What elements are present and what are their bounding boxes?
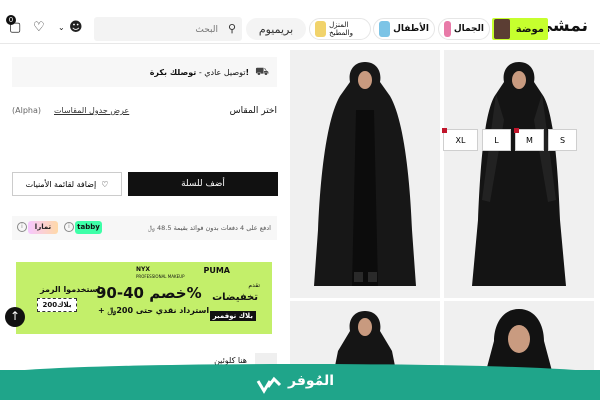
shipping-info: توصيل عادي - توصلك بكرة! ⛟ bbox=[12, 57, 277, 87]
add-to-wishlist-button[interactable]: إضافة لقائمة الأمنيات ♡ bbox=[12, 172, 122, 196]
size-system: (Alpha) bbox=[12, 106, 41, 115]
size-option-xl[interactable]: XL bbox=[442, 128, 478, 151]
product-image-4[interactable] bbox=[290, 301, 440, 371]
tamara-badge[interactable]: تمارا bbox=[28, 221, 58, 234]
info-icon[interactable]: i bbox=[17, 222, 27, 232]
size-option-m[interactable]: M bbox=[514, 128, 544, 151]
heart-icon: ♡ bbox=[101, 179, 109, 189]
model-detail-image bbox=[290, 301, 440, 371]
size-m-label: M bbox=[526, 135, 533, 145]
nav-beauty-label: الجمال bbox=[453, 24, 484, 34]
promo-banner[interactable]: PUMA NYX PROFESSIONAL MAKEUP تقدم تخفيضا… bbox=[16, 262, 272, 334]
size-option-l[interactable]: L bbox=[482, 129, 511, 151]
puma-logo: PUMA bbox=[203, 266, 230, 275]
add-to-cart-button[interactable]: أضف للسلة bbox=[128, 172, 278, 196]
nyx-tagline: PROFESSIONAL MAKEUP bbox=[136, 274, 185, 279]
banner-promo-code[interactable]: بلاك200 bbox=[37, 298, 77, 312]
model-portrait-image bbox=[444, 301, 594, 371]
search-input[interactable] bbox=[94, 18, 242, 42]
nav-fashion-label: موضة bbox=[515, 23, 544, 35]
size-option-s[interactable]: S bbox=[548, 129, 577, 151]
scroll-to-top-button[interactable]: ↑ bbox=[5, 307, 25, 327]
beauty-thumb-icon bbox=[444, 21, 451, 37]
nav-home-label: المنزل والمطبخ bbox=[329, 21, 353, 37]
nav-premium[interactable]: بريميوم bbox=[246, 18, 306, 40]
tabby-badge[interactable]: tabby bbox=[75, 221, 102, 234]
product-image-2[interactable] bbox=[290, 50, 440, 298]
abaya-open-image bbox=[290, 50, 440, 298]
shipping-label: توصيل عادي - توصلك بكرة! bbox=[150, 68, 249, 77]
fashion-thumb-icon bbox=[494, 19, 510, 39]
user-icon[interactable]: ☻ bbox=[69, 20, 83, 35]
nav-home-kitchen[interactable]: المنزل والمطبخ bbox=[309, 18, 371, 40]
product-page: نمشي موضة الجمال الأطفال المنزل والمطبخ … bbox=[0, 0, 600, 400]
banner-deals: تخفيضات bbox=[212, 292, 258, 303]
nav-beauty[interactable]: الجمال bbox=[438, 18, 490, 40]
banner-code-label: استخدموا الرمز: bbox=[40, 285, 104, 294]
chevron-down-icon[interactable]: ⌄ bbox=[58, 23, 65, 32]
cart-count-badge: 0 bbox=[6, 15, 16, 25]
nav-kids-label: الأطفال bbox=[393, 24, 429, 34]
info-icon[interactable]: i bbox=[64, 222, 74, 232]
low-stock-marker bbox=[514, 128, 519, 133]
watermark-logo-icon bbox=[256, 376, 282, 394]
banner-discount: خصم 40-90% bbox=[96, 284, 202, 302]
size-xl-label: XL bbox=[455, 135, 466, 145]
banner-presents: تقدم bbox=[248, 282, 260, 289]
shipping-type: توصيل عادي - bbox=[198, 67, 246, 77]
low-stock-marker bbox=[442, 128, 447, 133]
truck-icon: ⛟ bbox=[255, 64, 269, 78]
nyx-logo: NYX bbox=[136, 266, 150, 273]
size-options: S M L XL bbox=[442, 128, 577, 151]
wishlist-label: إضافة لقائمة الأمنيات bbox=[25, 179, 97, 189]
heart-icon[interactable]: ♡ bbox=[33, 20, 45, 35]
site-header: نمشي موضة الجمال الأطفال المنزل والمطبخ … bbox=[0, 0, 600, 44]
nav-kids[interactable]: الأطفال bbox=[373, 18, 435, 40]
home-thumb-icon bbox=[315, 21, 327, 37]
product-gallery bbox=[290, 45, 600, 371]
watermark-text: المُوفر bbox=[288, 373, 335, 389]
nav-fashion[interactable]: موضة bbox=[492, 18, 548, 40]
kids-thumb-icon bbox=[379, 21, 391, 37]
size-title: اختر المقاس bbox=[229, 106, 277, 116]
product-image-3[interactable] bbox=[444, 301, 594, 371]
search-box[interactable]: ⚲ bbox=[94, 17, 242, 42]
banner-november: بلاك نوفمبر bbox=[209, 311, 256, 321]
abaya-front-image bbox=[444, 50, 594, 298]
size-header: اختر المقاس عرض جدول المقاسات (Alpha) bbox=[12, 106, 277, 120]
size-chart-link[interactable]: عرض جدول المقاسات bbox=[54, 106, 129, 115]
product-image-1[interactable] bbox=[444, 50, 594, 298]
banner-cashback: + استرداد نقدي حتى 200﷼ bbox=[98, 306, 210, 315]
search-icon[interactable]: ⚲ bbox=[228, 22, 236, 35]
